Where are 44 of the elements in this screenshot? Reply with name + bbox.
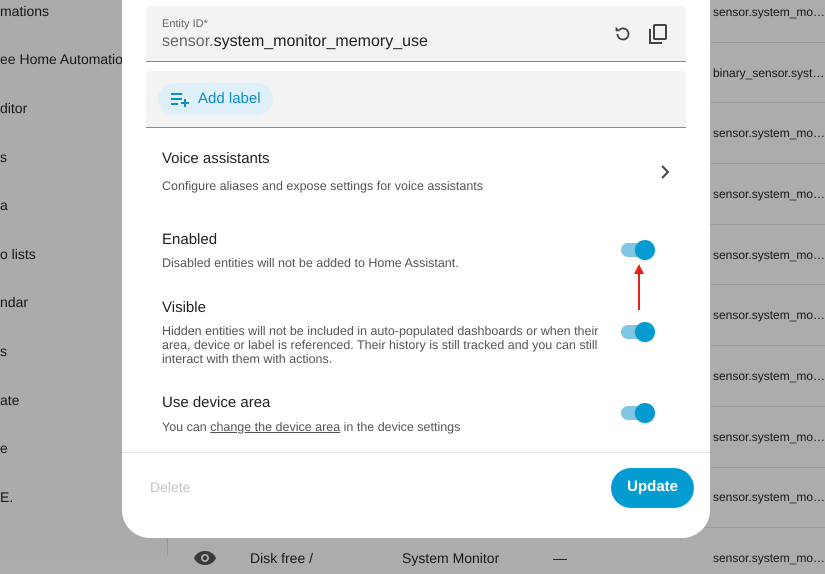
- table-cell-text: sensor.system_mo…: [713, 307, 825, 324]
- table-cell-text: sensor.system_mo…: [713, 246, 825, 264]
- table-cell-text: System Monitor: [402, 548, 500, 568]
- table-cell-text: sensor.system_mo…: [713, 125, 825, 142]
- copy-icon[interactable]: [646, 22, 670, 46]
- entity-id-field[interactable]: Entity ID* sensor.system_monitor_memory_use: [146, 6, 686, 62]
- sidebar-item[interactable]: e: [0, 438, 8, 460]
- table-cell-text: Disk free /: [250, 548, 314, 568]
- device-area-link[interactable]: change the device area: [210, 420, 340, 434]
- sidebar-item[interactable]: ndar: [0, 292, 28, 314]
- sidebar-item[interactable]: mations: [0, 0, 50, 22]
- table-cell-text: sensor.system_mo…: [713, 368, 825, 385]
- setting-title: Visible: [162, 298, 207, 318]
- table-cell-text: sensor.system_mo…: [713, 4, 825, 21]
- row-title: Voice assistants: [162, 149, 271, 170]
- sidebar-item[interactable]: o lists: [0, 244, 36, 265]
- sidebar-item[interactable]: ditor: [0, 98, 28, 119]
- setting-description: Hidden entities will not be included in auto-populated dashboards or when their area, device or label is referenced. Their history is still tracked and you can still interact with them with actions.: [162, 324, 600, 366]
- toggle-switch[interactable]: [619, 238, 655, 262]
- sidebar-item[interactable]: s: [0, 340, 7, 362]
- eye-icon: [193, 550, 217, 566]
- setting-title: Enabled: [162, 230, 218, 250]
- sidebar-item[interactable]: a: [0, 195, 8, 216]
- table-cell-text: —: [553, 548, 567, 568]
- setting-description: You can change the device area in the device settings: [162, 420, 462, 434]
- setting-description: Disabled entities will not be added to Home Assistant.: [162, 256, 460, 270]
- field-label: Entity ID*: [162, 16, 209, 32]
- sidebar-item[interactable]: ee Home Automatio: [0, 49, 123, 70]
- row-subtitle: Configure aliases and expose settings for voice assistants: [162, 178, 484, 195]
- chevron-right-icon: [660, 165, 670, 179]
- table-cell-text: sensor.system_mo…: [713, 550, 825, 568]
- list-plus-icon: [170, 91, 190, 107]
- field-value: sensor.system_monitor_memory_use: [162, 32, 429, 52]
- sidebar-item[interactable]: s: [0, 146, 7, 168]
- setting-title: Use device area: [162, 393, 272, 414]
- sidebar-item[interactable]: ate: [0, 390, 20, 411]
- voice-assistants-row[interactable]: Voice assistants Configure aliases and expose settings for voice assistants: [146, 128, 686, 216]
- table-cell-text: sensor.system_mo…: [713, 186, 825, 203]
- toggle-switch[interactable]: [619, 401, 655, 425]
- table-cell-text: sensor.system_mo…: [713, 489, 825, 506]
- toggle-switch[interactable]: [619, 320, 655, 344]
- table-cell-text: binary_sensor.syst…: [713, 64, 824, 82]
- table-cell-text: sensor.system_mo…: [713, 428, 825, 446]
- sidebar-item[interactable]: E.: [0, 486, 14, 508]
